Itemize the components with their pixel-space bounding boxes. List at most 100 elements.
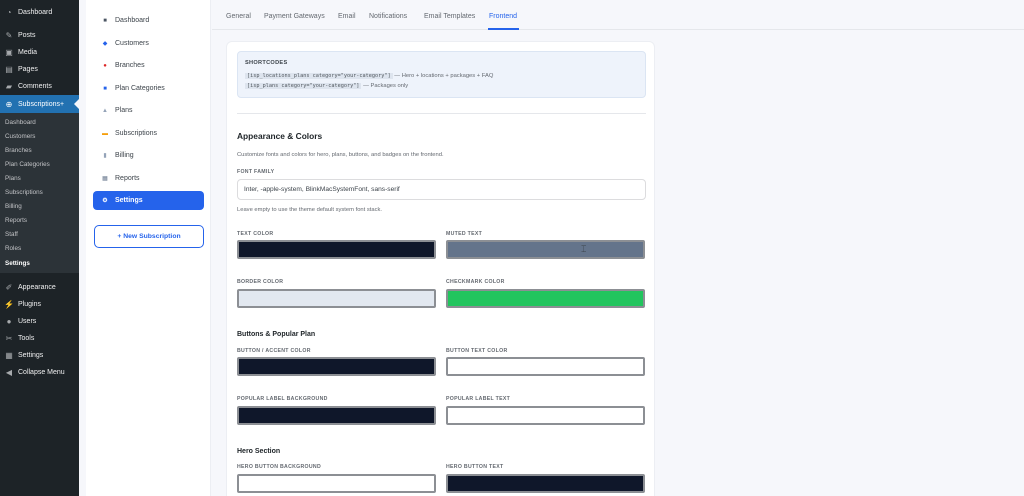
subscriptions-icon: ⊕ xyxy=(5,99,13,109)
appearance-title: Appearance & Colors xyxy=(237,131,323,141)
wp-menu-tools[interactable]: ✂ Tools xyxy=(0,330,79,347)
hero-button-text-swatch[interactable] xyxy=(446,474,645,493)
text-color-label: TEXT COLOR xyxy=(237,231,274,237)
media-icon: ▣ xyxy=(5,48,13,57)
tab-frontend[interactable]: Frontend xyxy=(489,13,517,20)
customers-icon: ◆ xyxy=(102,41,108,47)
collapse-icon: ◀ xyxy=(5,368,13,377)
wp-submenu-item[interactable]: Subscriptions xyxy=(5,189,43,196)
nav-item-branches[interactable]: ● Branches xyxy=(93,56,204,75)
wp-submenu-item[interactable]: Plan Categories xyxy=(5,161,50,168)
wp-submenu-item[interactable]: Dashboard xyxy=(5,119,36,126)
nav-item-label: Billing xyxy=(115,152,134,159)
tools-icon: ✂ xyxy=(5,334,13,343)
wp-submenu-item[interactable]: Branches xyxy=(5,147,32,154)
subscriptions-icon: ▬ xyxy=(102,130,108,137)
tab-notifications[interactable]: Notifications xyxy=(369,13,407,20)
nav-item-label: Settings xyxy=(115,197,143,204)
button-text-color-label: BUTTON TEXT COLOR xyxy=(446,348,508,354)
nav-item-subscriptions[interactable]: ▬ Subscriptions xyxy=(93,124,204,143)
dashboard-icon: ◔ xyxy=(6,8,12,17)
nav-item-reports[interactable]: ▦ Reports xyxy=(93,169,204,188)
font-family-input[interactable] xyxy=(237,179,646,200)
wp-submenu-item[interactable]: Reports xyxy=(5,217,27,224)
wp-submenu-item-settings[interactable]: Settings xyxy=(5,260,30,267)
dashboard-icon: ■ xyxy=(103,17,107,24)
shortcode-desc: — Packages only xyxy=(363,83,409,89)
nav-item-settings[interactable]: ⚙ Settings xyxy=(93,191,204,210)
border-color-swatch[interactable] xyxy=(237,289,436,308)
wp-submenu-item[interactable]: Staff xyxy=(5,231,18,238)
wp-menu-label: Appearance xyxy=(18,284,56,291)
hero-section-title: Hero Section xyxy=(237,448,281,455)
shortcode-code[interactable]: [isp_locations_plans category="your-cate… xyxy=(245,73,393,79)
hero-button-bg-swatch[interactable] xyxy=(237,474,436,493)
wp-menu-users[interactable]: ● Users xyxy=(0,313,79,330)
muted-text-label: MUTED TEXT xyxy=(446,231,483,237)
wp-menu-posts[interactable]: ✎ Posts xyxy=(0,27,79,44)
frontend-settings-card: SHORTCODES [isp_locations_plans category… xyxy=(226,41,655,496)
wp-menu-comments[interactable]: ▰ Comments xyxy=(0,78,79,95)
wp-menu-label: Posts xyxy=(18,32,36,39)
plugin-sidebar: ■ Dashboard ◆ Customers ● Branches ■ Plan Ca… xyxy=(86,0,211,496)
nav-item-label: Plans xyxy=(115,107,133,114)
wp-menu-label: Users xyxy=(18,318,37,325)
popular-bg-swatch[interactable] xyxy=(237,406,436,425)
tab-email[interactable]: Email xyxy=(338,13,356,20)
button-accent-label: BUTTON / ACCENT COLOR xyxy=(237,348,311,354)
wp-submenu-item[interactable]: Billing xyxy=(5,203,22,210)
shortcodes-box: SHORTCODES [isp_locations_plans category… xyxy=(237,51,646,98)
text-color-swatch[interactable] xyxy=(237,240,436,259)
nav-item-label: Dashboard xyxy=(115,17,150,24)
wp-menu-subscriptions-plus[interactable]: ⊕ Subscriptions+ xyxy=(0,95,79,113)
tab-payment-gateways[interactable]: Payment Gateways xyxy=(264,13,325,20)
nav-item-customers[interactable]: ◆ Customers xyxy=(93,34,204,53)
wp-menu-settings[interactable]: ▦ Settings xyxy=(0,347,79,364)
wp-menu-dashboard[interactable]: ◔ Dashboard xyxy=(0,4,79,21)
wp-submenu: Dashboard Customers Branches Plan Catego… xyxy=(0,113,79,273)
new-subscription-button[interactable]: + New Subscription xyxy=(94,225,204,248)
shortcode-code[interactable]: [isp_plans category="your-category"] xyxy=(245,83,362,89)
font-family-label: FONT FAMILY xyxy=(237,169,275,175)
wp-menu-label: Subscriptions+ xyxy=(18,100,65,108)
pin-icon: ✎ xyxy=(5,31,13,40)
muted-text-swatch[interactable]: ⌶ xyxy=(446,240,645,259)
nav-item-dashboard[interactable]: ■ Dashboard xyxy=(93,11,204,30)
tab-general[interactable]: General xyxy=(226,13,251,20)
nav-item-label: Branches xyxy=(115,62,145,69)
checkmark-color-swatch[interactable] xyxy=(446,289,645,308)
wp-menu-label: Tools xyxy=(18,335,35,342)
nav-item-label: Plan Categories xyxy=(115,85,165,92)
popular-text-swatch[interactable] xyxy=(446,406,645,425)
settings-icon: ▦ xyxy=(5,351,13,360)
wp-menu-label: Pages xyxy=(18,66,38,73)
wp-menu-label: Comments xyxy=(18,83,52,90)
tab-email-templates[interactable]: Email Templates xyxy=(424,13,475,20)
shortcodes-title: SHORTCODES xyxy=(245,60,288,66)
wp-menu-plugins[interactable]: ⚡ Plugins xyxy=(0,296,79,313)
wp-menu-pages[interactable]: ▤ Pages xyxy=(0,61,79,78)
wp-menu-label: Collapse Menu xyxy=(18,369,65,376)
plugin-icon: ⚡ xyxy=(4,300,14,309)
plans-icon: ▲ xyxy=(102,107,108,114)
folder-icon: ■ xyxy=(103,85,107,92)
nav-item-label: Reports xyxy=(115,175,140,182)
popular-bg-label: POPULAR LABEL BACKGROUND xyxy=(237,396,328,402)
wp-admin-sidebar: ◔ Dashboard ✎ Posts ▣ Media ▤ Pages ▰ Comment… xyxy=(0,0,79,496)
font-family-hint: Leave empty to use the theme default sys… xyxy=(237,207,382,213)
wp-submenu-item[interactable]: Plans xyxy=(5,175,21,182)
wp-menu-appearance[interactable]: ✐ Appearance xyxy=(0,279,79,296)
appearance-icon: ✐ xyxy=(5,283,13,292)
nav-item-label: Customers xyxy=(115,40,149,47)
button-accent-swatch[interactable] xyxy=(237,357,436,376)
nav-item-billing[interactable]: ▮ Billing xyxy=(93,146,204,165)
wp-submenu-item[interactable]: Customers xyxy=(5,133,35,140)
wp-menu-label: Plugins xyxy=(18,301,41,308)
nav-item-plan-categories[interactable]: ■ Plan Categories xyxy=(93,79,204,98)
wp-menu-media[interactable]: ▣ Media xyxy=(0,44,79,61)
wp-submenu-item[interactable]: Roles xyxy=(5,245,21,252)
comment-icon: ▰ xyxy=(5,82,13,91)
button-text-color-swatch[interactable] xyxy=(446,357,645,376)
nav-item-plans[interactable]: ▲ Plans xyxy=(93,101,204,120)
wp-menu-collapse[interactable]: ◀ Collapse Menu xyxy=(0,364,79,381)
